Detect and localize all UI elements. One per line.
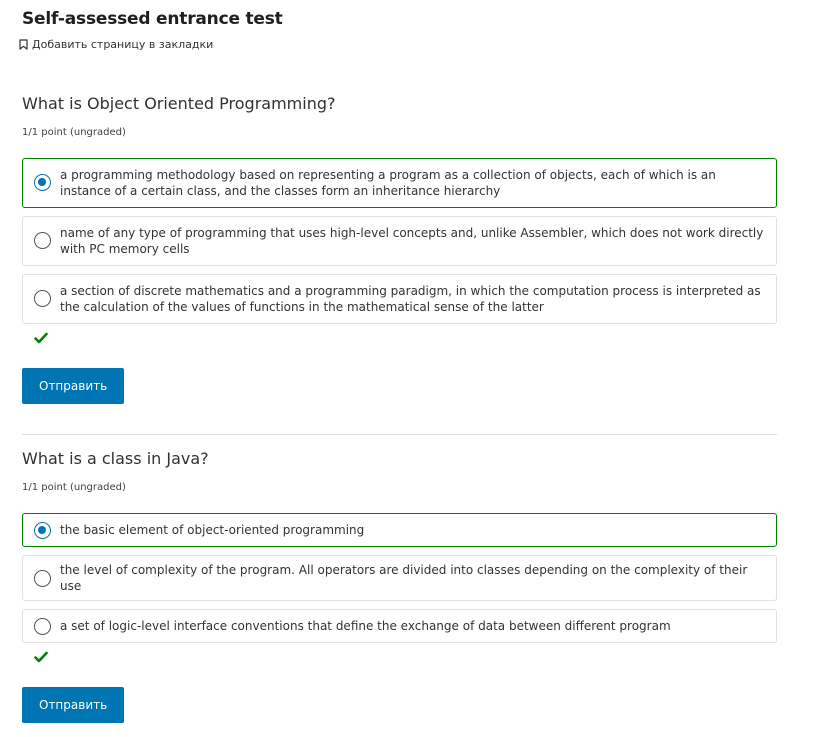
option-1[interactable]: a programming methodology based on repre… [22, 158, 777, 208]
divider [22, 434, 777, 435]
checkmark-icon [34, 332, 777, 348]
bookmark-label: Добавить страницу в закладки [32, 38, 214, 51]
option-label: the basic element of object-oriented pro… [60, 523, 365, 537]
radio-button[interactable] [34, 569, 51, 587]
question-2: What is a class in Java? 1/1 point (ungr… [22, 449, 777, 723]
bookmark-icon [19, 39, 28, 50]
page: Self-assessed entrance test Добавить стр… [0, 0, 816, 737]
submit-button[interactable]: Отправить [22, 687, 125, 723]
question-text: What is a class in Java? [22, 449, 209, 468]
question-1: What is Object Oriented Programming? 1/1… [22, 94, 777, 404]
option-label: the level of complexity of the program. … [60, 563, 748, 593]
option-3[interactable]: a section of discrete mathematics and a … [22, 274, 777, 324]
radio-button[interactable] [34, 617, 51, 635]
points-label: 1/1 point (ungraded) [22, 482, 126, 493]
option-label: a set of logic-level interface conventio… [60, 619, 671, 633]
checkmark-icon [34, 651, 777, 667]
option-1[interactable]: the basic element of object-oriented pro… [22, 513, 777, 547]
points-label: 1/1 point (ungraded) [22, 127, 126, 138]
bookmark-link[interactable]: Добавить страницу в закладки [19, 38, 213, 51]
question-text: What is Object Oriented Programming? [22, 94, 336, 113]
options-list: a programming methodology based on repre… [22, 158, 777, 324]
radio-button[interactable] [34, 290, 51, 307]
option-2[interactable]: name of any type of programming that use… [22, 216, 777, 266]
submit-button[interactable]: Отправить [22, 368, 125, 404]
option-2[interactable]: the level of complexity of the program. … [22, 555, 777, 601]
option-label: a programming methodology based on repre… [60, 167, 716, 198]
option-label: name of any type of programming that use… [60, 225, 764, 256]
option-label: a section of discrete mathematics and a … [60, 283, 761, 314]
options-list: the basic element of object-oriented pro… [22, 513, 777, 643]
radio-button[interactable] [34, 174, 51, 191]
radio-button[interactable] [34, 521, 51, 539]
radio-button[interactable] [34, 232, 51, 249]
page-title: Self-assessed entrance test [22, 9, 283, 29]
option-3[interactable]: a set of logic-level interface conventio… [22, 609, 777, 643]
